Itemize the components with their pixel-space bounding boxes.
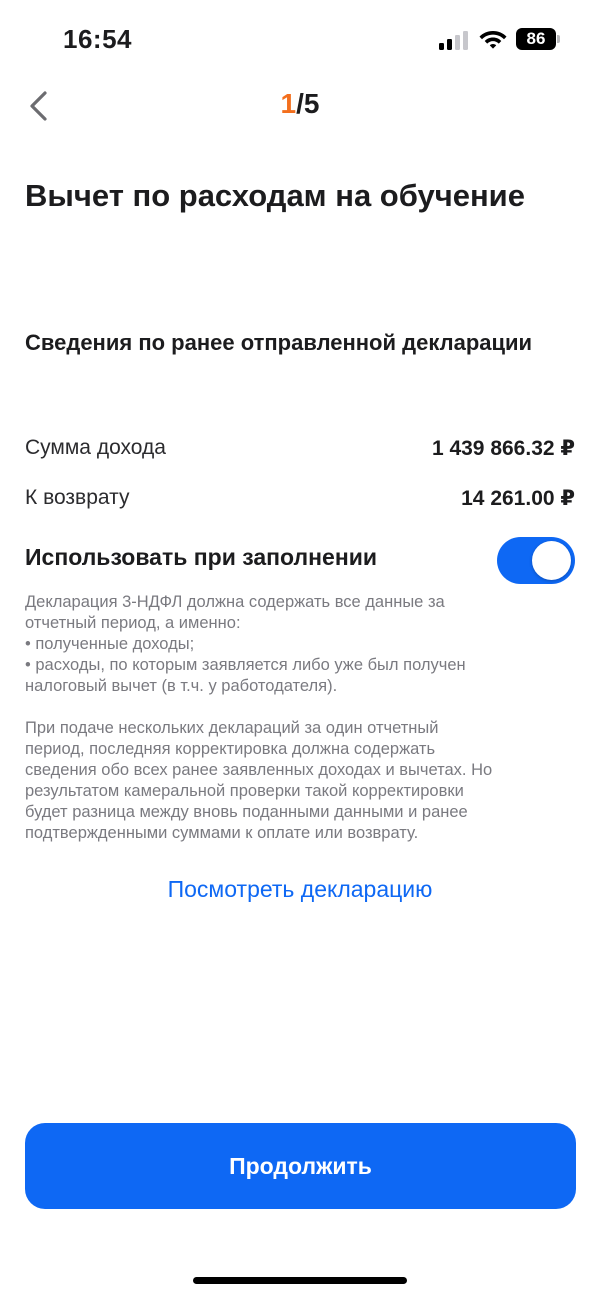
battery-cap <box>557 35 560 43</box>
step-indicator: 1/5 <box>0 88 600 120</box>
description-line: период, последняя корректировка должна с… <box>25 740 436 758</box>
battery-level: 86 <box>526 29 546 48</box>
status-time: 16:54 <box>63 24 132 54</box>
description-line: отчетный период, а именно: <box>25 614 241 632</box>
description-line: • полученные доходы; <box>25 635 195 653</box>
description-line: подтвержденными суммами к оплате или воз… <box>25 824 419 842</box>
toggle-knob <box>532 541 571 580</box>
home-indicator <box>193 1277 407 1284</box>
description-line: сведения обо всех ранее заявленных доход… <box>25 761 493 779</box>
income-label: Сумма дохода <box>25 436 166 459</box>
battery-icon: 86 <box>516 28 560 50</box>
use-when-filling-label: Использовать при заполнении <box>25 544 377 570</box>
use-when-filling-toggle[interactable] <box>497 537 575 584</box>
description-line: Декларация 3-НДФЛ должна содержать все д… <box>25 593 445 611</box>
refund-value: 14 261.00 ₽ <box>461 486 575 510</box>
description-line: будет разница между вновь поданными данн… <box>25 803 468 821</box>
info-row-income: Сумма дохода 1 439 866.32 ₽ <box>25 432 575 464</box>
income-value: 1 439 866.32 ₽ <box>431 436 575 460</box>
page-title: Вычет по расходам на обучение <box>25 178 525 213</box>
info-row-refund: К возврату 14 261.00 ₽ <box>25 482 575 514</box>
view-declaration-link[interactable]: Посмотреть декларацию <box>0 876 600 903</box>
signal-icon <box>439 31 468 50</box>
step-separator: / <box>296 88 304 119</box>
continue-button[interactable]: Продолжить <box>25 1123 576 1209</box>
refund-label: К возврату <box>25 486 130 509</box>
description-line: налоговый вычет (в т.ч. у работодателя). <box>25 677 338 695</box>
declaration-description: Декларация 3-НДФЛ должна содержать все д… <box>25 592 570 844</box>
description-line: При подаче нескольких деклараций за один… <box>25 719 439 737</box>
step-total: 5 <box>303 88 320 119</box>
wifi-icon <box>479 31 507 49</box>
description-line: результатом камеральной проверки такой к… <box>25 782 464 800</box>
section-title: Сведения по ранее отправленной деклараци… <box>25 330 533 355</box>
step-current: 1 <box>280 88 297 119</box>
description-line: • расходы, по которым заявляется либо уж… <box>25 656 466 674</box>
status-bar: 16:54 86 <box>0 0 600 80</box>
